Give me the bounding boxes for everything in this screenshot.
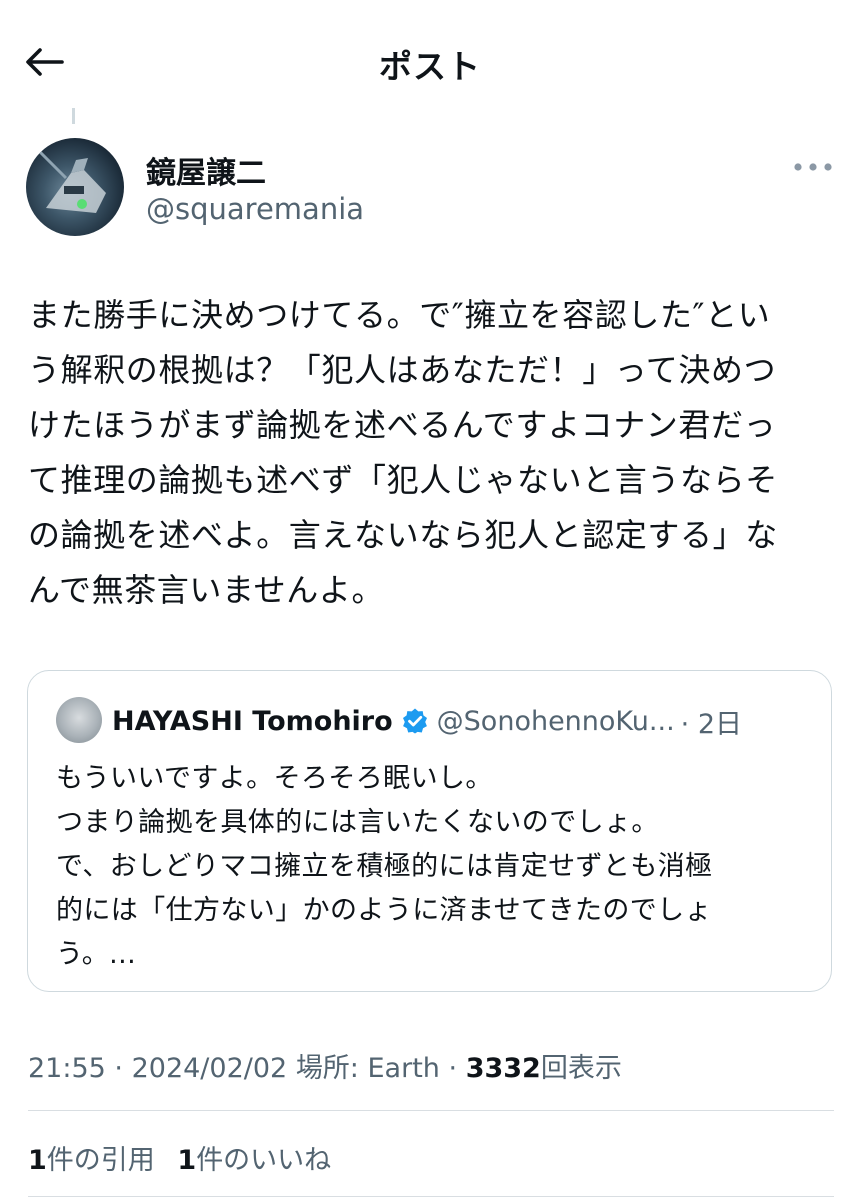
verified-badge-icon: [401, 707, 429, 735]
avatar[interactable]: [26, 138, 124, 236]
post-date[interactable]: 2024/02/02: [132, 1053, 288, 1084]
post-metadata: 21:55 · 2024/02/02 場所: Earth · 3332回表示: [28, 1046, 622, 1085]
post-location: 場所: Earth: [295, 1053, 440, 1084]
quote-avatar[interactable]: [56, 697, 102, 743]
quote-time: · 2日: [680, 708, 742, 740]
avatar-image: [34, 146, 106, 213]
divider: [28, 1110, 834, 1111]
quote-handle: @SonohennoKu...: [436, 705, 675, 737]
quote-author-name: HAYASHI Tomohiro: [112, 705, 393, 737]
top-bar: ポスト: [0, 0, 860, 118]
separator: ·: [114, 1053, 123, 1084]
more-options-button[interactable]: [788, 150, 838, 184]
quote-text: もういいですよ。そろそろ眠いし。 つまり論拠を具体的には言いたくないのでしょ。 …: [56, 763, 713, 970]
view-label: 回表示: [540, 1053, 622, 1084]
thread-connector-line: [72, 108, 75, 124]
divider: [28, 1196, 834, 1197]
quotes-count: 1: [28, 1145, 47, 1176]
likes-link[interactable]: 1件のいいね: [177, 1145, 331, 1176]
quoted-post[interactable]: HAYASHI Tomohiro @SonohennoKu... · 2日 もう…: [27, 670, 832, 992]
engagement-stats: 1件の引用 1件のいいね: [28, 1138, 345, 1177]
likes-label: 件のいいね: [196, 1145, 332, 1176]
post-text: また勝手に決めつけてる。で″擁立を容認した″とい う解釈の根拠は？「犯人はあなた…: [28, 296, 778, 609]
view-count: 3332: [465, 1053, 541, 1084]
page-title: ポスト: [379, 47, 481, 86]
separator: ·: [448, 1053, 458, 1084]
quote-header: HAYASHI Tomohiro @SonohennoKu... · 2日: [112, 703, 812, 740]
likes-count: 1: [177, 1145, 197, 1176]
quotes-link[interactable]: 1件の引用: [28, 1145, 155, 1176]
post-time[interactable]: 21:55: [28, 1053, 106, 1084]
author-handle[interactable]: @squaremania: [146, 192, 364, 226]
author-name[interactable]: 鏡屋譲二: [146, 148, 266, 192]
quotes-label: 件の引用: [46, 1145, 155, 1176]
more-horizontal-icon: [794, 163, 832, 171]
